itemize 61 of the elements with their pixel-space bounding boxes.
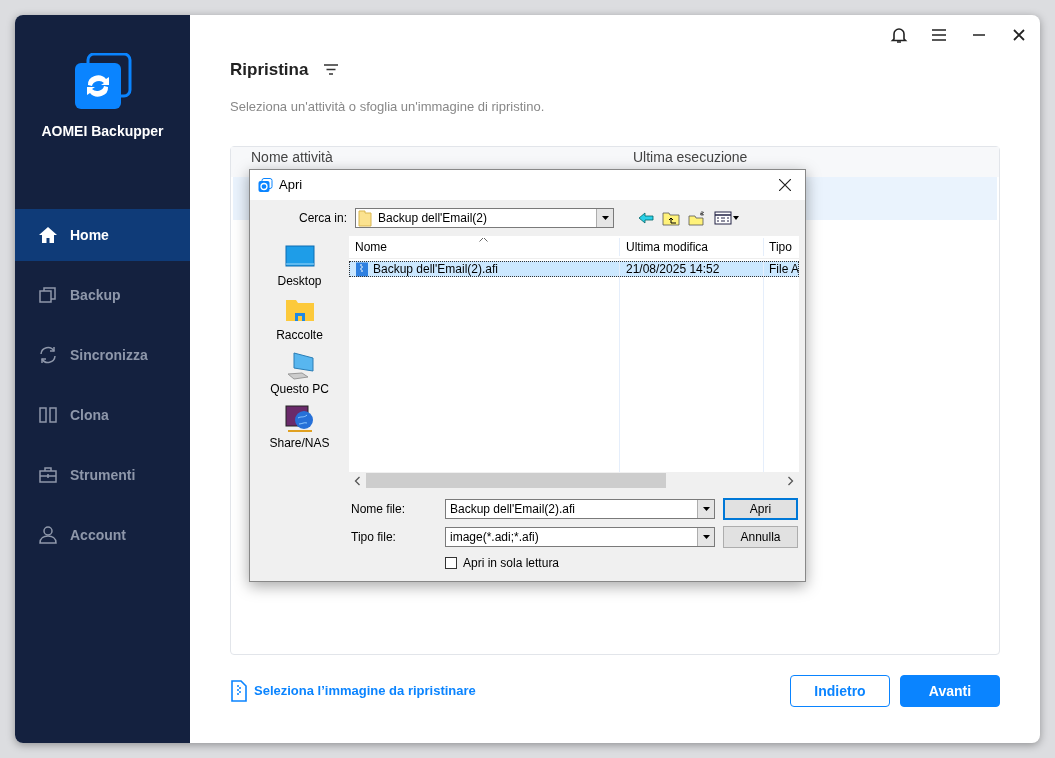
checkbox[interactable] bbox=[445, 557, 457, 569]
columns-icon bbox=[38, 405, 58, 425]
scrollbar-thumb[interactable] bbox=[366, 473, 666, 488]
page-subtitle: Seleziona un'attività o sfoglia un'immagine di ripristino. bbox=[230, 97, 546, 116]
file-icon bbox=[230, 680, 248, 702]
sidebar-item[interactable]: Strumenti bbox=[15, 449, 190, 501]
place-item[interactable]: Questo PC bbox=[259, 350, 340, 398]
dropdown-arrow-icon[interactable] bbox=[600, 215, 610, 221]
file-name-field[interactable]: Backup dell'Email(2).afi bbox=[445, 499, 715, 519]
column-header[interactable]: Tipo bbox=[764, 238, 799, 256]
dropdown-arrow-icon[interactable] bbox=[701, 506, 711, 512]
field-label: Tipo file: bbox=[351, 529, 397, 546]
new-folder-icon[interactable] bbox=[688, 210, 707, 226]
sidebar-item[interactable]: Home bbox=[15, 209, 190, 261]
file-type-dropdown[interactable]: image(*.adi;*.afi) bbox=[445, 527, 715, 547]
up-folder-icon[interactable] bbox=[662, 210, 681, 226]
column-header[interactable]: Ultima modifica bbox=[620, 238, 764, 256]
bell-icon[interactable] bbox=[890, 26, 908, 44]
place-item[interactable]: Desktop bbox=[259, 242, 340, 290]
place-item[interactable]: Share/NAS bbox=[259, 404, 340, 452]
column-header: Ultima esecuzione bbox=[633, 149, 748, 165]
app-icon bbox=[258, 177, 273, 193]
sidebar-item[interactable]: Clona bbox=[15, 389, 190, 441]
app-name: AOMEI Backupper bbox=[41, 122, 164, 141]
column-header[interactable]: Nome bbox=[349, 238, 620, 256]
sidebar-item[interactable]: Account bbox=[15, 509, 190, 561]
open-button[interactable]: Apri bbox=[723, 498, 798, 520]
copy-icon bbox=[38, 285, 58, 305]
dialog-title: Apri bbox=[279, 176, 303, 195]
home-icon bbox=[38, 225, 58, 245]
file-type: File A bbox=[768, 261, 799, 278]
column-header: Nome attività bbox=[251, 149, 334, 165]
view-menu-icon[interactable] bbox=[714, 211, 741, 225]
field-label: Nome file: bbox=[351, 501, 407, 518]
next-button[interactable]: Avanti bbox=[900, 675, 1000, 707]
field-label: Cerca in: bbox=[299, 210, 348, 227]
back-arrow-icon[interactable] bbox=[638, 212, 655, 224]
app-logo bbox=[73, 53, 132, 111]
dropdown-arrow-icon[interactable] bbox=[701, 534, 711, 540]
folder-icon bbox=[356, 209, 375, 227]
filter-icon[interactable] bbox=[324, 64, 339, 76]
toolbox-icon bbox=[38, 465, 58, 485]
checkbox-label: Apri in sola lettura bbox=[463, 555, 560, 572]
sidebar-item[interactable]: Sincronizza bbox=[15, 329, 190, 381]
back-button[interactable]: Indietro bbox=[790, 675, 890, 707]
user-icon bbox=[38, 525, 58, 545]
menu-icon[interactable] bbox=[930, 26, 948, 44]
file-date: 21/08/2025 14:52 bbox=[620, 260, 764, 278]
place-item[interactable]: Raccolte bbox=[259, 296, 340, 344]
page-title: Ripristina bbox=[230, 59, 309, 81]
close-icon[interactable] bbox=[779, 179, 791, 191]
cancel-button[interactable]: Annulla bbox=[723, 526, 798, 548]
folder-dropdown[interactable]: Backup dell'Email(2) bbox=[355, 208, 615, 228]
sidebar-item[interactable]: Backup bbox=[15, 269, 190, 321]
sort-icon bbox=[479, 238, 488, 242]
sync-icon bbox=[38, 345, 58, 365]
file-icon bbox=[355, 261, 369, 277]
file-row[interactable]: Backup dell'Email(2).afi 21/08/2025 14:52 File A bbox=[349, 261, 799, 277]
select-image-link[interactable]: Seleziona l’immagine da ripristinare bbox=[230, 680, 476, 702]
network-icon bbox=[283, 404, 316, 434]
file-name: Backup dell'Email(2).afi bbox=[373, 261, 498, 278]
